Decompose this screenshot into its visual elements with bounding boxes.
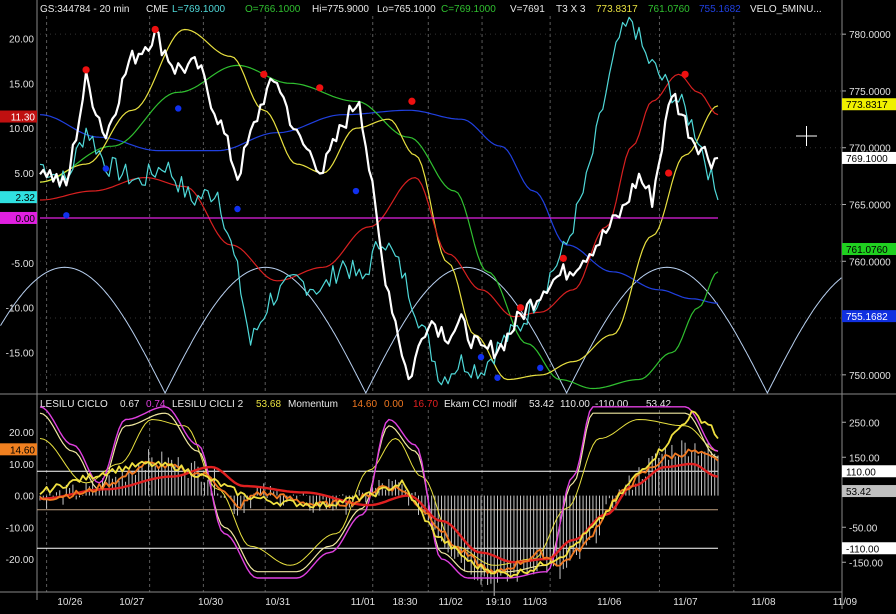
red-signal-dot [260, 70, 268, 78]
lower-name1: LESILU CICLO [40, 399, 108, 410]
lower-left-badge-text: 14.60 [10, 445, 35, 456]
blue-signal-dot [494, 374, 501, 381]
x-tick-label: 18:30 [392, 597, 417, 608]
left-tick-label: 10.00 [9, 124, 34, 135]
x-tick-label: 11/09 [833, 597, 858, 608]
x-tick-label: 10/31 [265, 597, 290, 608]
lower-name3: Momentum [288, 399, 338, 410]
red-signal-dot [82, 66, 90, 74]
upper-right-badge-text: 755.1682 [846, 312, 888, 323]
lower-v4: 14.60 [352, 399, 377, 410]
lower-v7: 53.42 [529, 399, 554, 410]
lower-right-badge-text: -110.00 [846, 544, 880, 555]
header-velo: VELO_5MINU... [750, 4, 822, 15]
header-volume: V=7691 [510, 4, 545, 15]
lower-left-tick-label: -20.00 [6, 555, 35, 566]
lower-v6: 16.70 [413, 399, 438, 410]
red-signal-dot [559, 254, 567, 262]
left-tick-label: -5.00 [11, 259, 34, 270]
chart-window: GS:344784 - 20 min CME L=769.1000 O=766.… [0, 0, 896, 609]
right-tick-label: 760.0000 [849, 257, 891, 268]
lower-v5: 0.00 [384, 399, 404, 410]
lower-right-tick-label: -150.00 [849, 558, 883, 569]
red-signal-dot [316, 84, 324, 92]
header-t3-2: 761.0760 [648, 4, 690, 15]
lower-v9: -110.00 [595, 399, 629, 410]
upper-left-badge-text: 0.00 [16, 214, 36, 225]
chart-canvas[interactable]: GS:344784 - 20 min CME L=769.1000 O=766.… [0, 0, 896, 609]
red-signal-dot [681, 70, 689, 78]
header-low: Lo=765.1000 [377, 4, 436, 15]
left-tick-label: 5.00 [15, 169, 35, 180]
right-tick-label: 775.0000 [849, 87, 891, 98]
left-tick-label: -15.00 [6, 349, 35, 360]
x-tick-label: 10/26 [57, 597, 82, 608]
blue-signal-dot [352, 187, 360, 195]
x-tick-label: 11/07 [673, 597, 698, 608]
upper-header: GS:344784 - 20 min CME L=769.1000 O=766.… [40, 4, 822, 15]
x-tick-label: 11/08 [751, 597, 776, 608]
red-signal-dot [665, 169, 673, 177]
lower-right-badge-text: 53.42 [846, 487, 871, 498]
lower-right-tick-label: 150.00 [849, 453, 880, 464]
left-tick-label: 20.00 [9, 34, 34, 45]
lower-name4: Ekam CCI modif [444, 399, 517, 410]
lower-left-tick-label: 20.00 [9, 428, 34, 439]
left-tick-label: -10.00 [6, 304, 35, 315]
upper-right-badge-text: 773.8317 [846, 100, 888, 111]
lower-left-tick-label: 10.00 [9, 460, 34, 471]
x-tick-label: 11/06 [597, 597, 622, 608]
x-tick-label: 11/01 [351, 597, 376, 608]
blue-signal-dot [234, 205, 241, 213]
upper-right-badge-text: 769.1000 [846, 154, 888, 165]
header-study: T3 X 3 [556, 4, 586, 15]
blue-signal-dot [477, 353, 485, 361]
lower-v1: 0.67 [120, 399, 140, 410]
lower-right-badge-text: 110.00 [846, 467, 876, 478]
x-tick-label: 10/30 [198, 597, 223, 608]
upper-left-badge-text: 2.32 [16, 193, 36, 204]
blue-signal-dot [537, 364, 544, 372]
red-signal-dot [151, 25, 159, 34]
header-open: O=766.1000 [245, 4, 301, 15]
header-last: L=769.1000 [172, 4, 226, 15]
lower-header: LESILU CICLO 0.67 0.74 LESILU CICLI 2 53… [40, 399, 671, 410]
header-t3-3: 755.1682 [699, 4, 741, 15]
lower-right-tick-label: 250.00 [849, 418, 880, 429]
lower-left-tick-label: 0.00 [15, 492, 35, 503]
lower-v8: 110.00 [560, 399, 590, 410]
header-high: Hi=775.9000 [312, 4, 369, 15]
lower-v10: 53.42 [646, 399, 671, 410]
header-symbol: GS:344784 - 20 min [40, 4, 130, 15]
upper-left-badge-text: 11.30 [11, 113, 36, 124]
lower-left-tick-label: -10.00 [6, 523, 35, 534]
header-close: C=769.1000 [441, 4, 496, 15]
x-tick-label: 10/27 [119, 597, 144, 608]
lower-name2: LESILU CICLI 2 [172, 399, 244, 410]
x-tick-label: 11/02 [439, 597, 464, 608]
right-tick-label: 780.0000 [849, 30, 891, 41]
x-tick-label: 19:10 [486, 597, 511, 608]
upper-right-badge-text: 761.0760 [846, 245, 888, 256]
header-t3-1: 773.8317 [596, 4, 638, 15]
blue-signal-dot [175, 105, 182, 112]
blue-signal-dot [102, 165, 110, 172]
left-tick-label: 15.00 [9, 79, 34, 90]
right-tick-label: 750.0000 [849, 371, 891, 382]
header-exchange: CME [146, 4, 169, 15]
red-signal-dot [516, 304, 525, 312]
right-tick-label: 765.0000 [849, 201, 891, 212]
red-signal-dot [408, 97, 416, 105]
blue-signal-dot [63, 212, 70, 219]
lower-v3: 53.68 [256, 399, 281, 410]
x-tick-label: 11/03 [523, 597, 548, 608]
lower-right-tick-label: -50.00 [849, 523, 878, 534]
